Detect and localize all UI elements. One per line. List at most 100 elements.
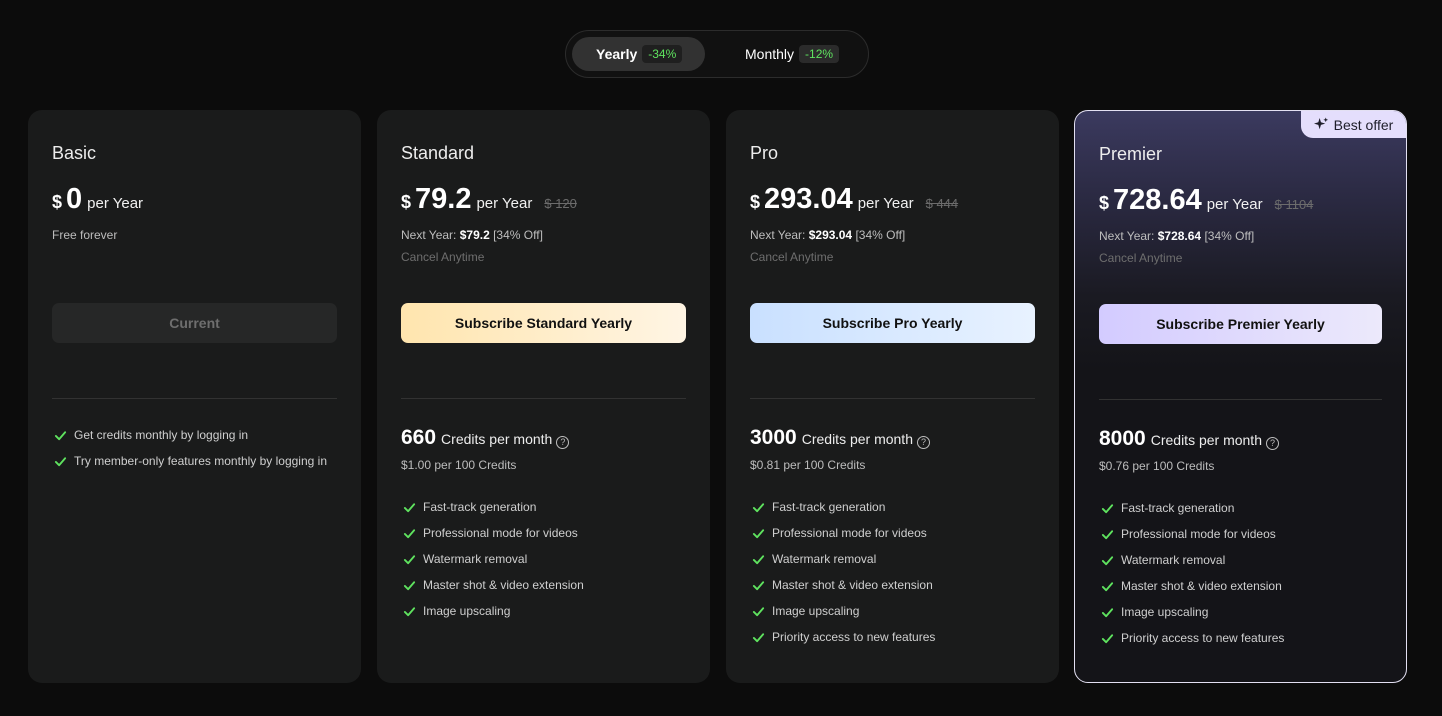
next-year-price: Next Year: $728.64 [34% Off] <box>1099 229 1254 243</box>
feature-item: Image upscaling <box>752 598 935 624</box>
current-plan-button[interactable]: Current <box>52 303 337 343</box>
feature-label: Image upscaling <box>772 604 860 618</box>
credits-rate: $1.00 per 100 Credits <box>401 458 517 472</box>
feature-list: Fast-track generation Professional mode f… <box>403 494 584 624</box>
subscribe-pro-button[interactable]: Subscribe Pro Yearly <box>750 303 1035 343</box>
next-year-label: Next Year: <box>750 228 806 242</box>
subscribe-premier-button[interactable]: Subscribe Premier Yearly <box>1099 304 1382 344</box>
checkmark-icon <box>54 430 67 440</box>
feature-label: Master shot & video extension <box>1121 579 1282 593</box>
checkmark-icon <box>1101 581 1114 591</box>
feature-label: Fast-track generation <box>1121 501 1235 515</box>
feature-item: Get credits monthly by logging in <box>54 422 327 448</box>
feature-list: Get credits monthly by logging in Try mem… <box>54 422 327 474</box>
monthly-discount-badge: -12% <box>799 45 840 63</box>
checkmark-icon <box>403 502 416 512</box>
price-amount: 0 <box>66 183 83 215</box>
feature-item: Fast-track generation <box>1101 495 1284 521</box>
plan-name: Pro <box>750 143 779 163</box>
next-year-label: Next Year: <box>401 228 457 242</box>
cancel-anytime-note: Cancel Anytime <box>401 250 485 264</box>
yearly-option[interactable]: Yearly -34% <box>572 37 705 71</box>
checkmark-icon <box>403 580 416 590</box>
feature-item: Try member-only features monthly by logg… <box>54 448 327 474</box>
next-year-price: Next Year: $79.2 [34% Off] <box>401 228 543 242</box>
plan-name: Basic <box>52 143 97 163</box>
feature-item: Master shot & video extension <box>1101 573 1284 599</box>
feature-label: Watermark removal <box>1121 553 1226 567</box>
cancel-anytime-note: Cancel Anytime <box>750 250 834 264</box>
plan-card-basic: Basic $ 0 per Year Free forever Current … <box>28 110 361 683</box>
checkmark-icon <box>752 502 765 512</box>
help-icon[interactable]: ? <box>917 436 930 449</box>
price-period: per Year <box>1206 196 1263 213</box>
credits-rate: $0.81 per 100 Credits <box>750 458 866 472</box>
original-price: $ 120 <box>544 196 577 211</box>
divider <box>750 398 1035 399</box>
price: $ 0 per Year <box>52 183 143 216</box>
checkmark-icon <box>403 528 416 538</box>
feature-item: Professional mode for videos <box>403 520 584 546</box>
credits-label: Credits per month <box>1150 432 1262 448</box>
feature-label: Get credits monthly by logging in <box>74 428 249 442</box>
yearly-label: Yearly <box>596 46 638 62</box>
monthly-option[interactable]: Monthly -12% <box>716 37 856 71</box>
feature-item: Fast-track generation <box>752 494 935 520</box>
monthly-label: Monthly <box>745 46 795 62</box>
feature-item: Fast-track generation <box>403 494 584 520</box>
feature-item: Professional mode for videos <box>752 520 935 546</box>
feature-label: Try member-only features monthly by logg… <box>74 454 327 468</box>
feature-label: Watermark removal <box>772 552 877 566</box>
plan-card-standard: Standard $ 79.2 per Year $ 120 Next Year… <box>377 110 710 683</box>
checkmark-icon <box>1101 607 1114 617</box>
checkmark-icon <box>752 632 765 642</box>
checkmark-icon <box>403 606 416 616</box>
checkmark-icon <box>403 554 416 564</box>
original-price: $ 1104 <box>1274 197 1314 212</box>
price-amount: 293.04 <box>764 183 853 215</box>
checkmark-icon <box>752 606 765 616</box>
feature-item: Watermark removal <box>1101 547 1284 573</box>
next-year-discount: [34% Off] <box>1204 229 1255 243</box>
next-year-price: Next Year: $293.04 [34% Off] <box>750 228 905 242</box>
credits: 660 Credits per month ? <box>401 426 570 450</box>
feature-list: Fast-track generation Professional mode f… <box>1101 495 1284 651</box>
checkmark-icon <box>54 456 67 466</box>
price-amount: 79.2 <box>415 183 472 215</box>
checkmark-icon <box>752 554 765 564</box>
feature-item: Image upscaling <box>403 598 584 624</box>
credits: 8000 Credits per month ? <box>1099 427 1279 451</box>
price-period: per Year <box>476 195 533 212</box>
checkmark-icon <box>752 580 765 590</box>
feature-item: Watermark removal <box>752 546 935 572</box>
next-year-label: Next Year: <box>1099 229 1155 243</box>
price: $ 728.64 per Year $ 1104 <box>1099 184 1313 217</box>
feature-label: Professional mode for videos <box>1121 527 1276 541</box>
original-price: $ 444 <box>925 196 959 211</box>
divider <box>401 398 686 399</box>
feature-item: Watermark removal <box>403 546 584 572</box>
checkmark-icon <box>752 528 765 538</box>
feature-label: Priority access to new features <box>772 630 936 644</box>
feature-item: Master shot & video extension <box>403 572 584 598</box>
checkmark-icon <box>1101 555 1114 565</box>
price-amount: 728.64 <box>1113 184 1202 216</box>
next-year-discount: [34% Off] <box>855 228 906 242</box>
price-period: per Year <box>87 195 144 212</box>
credits-amount: 3000 <box>750 426 797 449</box>
yearly-discount-badge: -34% <box>642 45 683 63</box>
credits-amount: 660 <box>401 426 437 449</box>
subscribe-standard-button[interactable]: Subscribe Standard Yearly <box>401 303 686 343</box>
credits-label: Credits per month <box>441 431 553 447</box>
help-icon[interactable]: ? <box>556 436 570 449</box>
feature-item: Professional mode for videos <box>1101 521 1284 547</box>
currency-symbol: $ <box>1099 193 1110 213</box>
divider <box>1099 399 1382 400</box>
currency-symbol: $ <box>52 192 63 212</box>
help-icon[interactable]: ? <box>1266 437 1279 450</box>
next-year-amount: $728.64 <box>1157 229 1202 243</box>
feature-label: Master shot & video extension <box>423 578 584 592</box>
currency-symbol: $ <box>401 192 412 212</box>
plan-name: Premier <box>1099 144 1163 164</box>
feature-label: Professional mode for videos <box>772 526 927 540</box>
